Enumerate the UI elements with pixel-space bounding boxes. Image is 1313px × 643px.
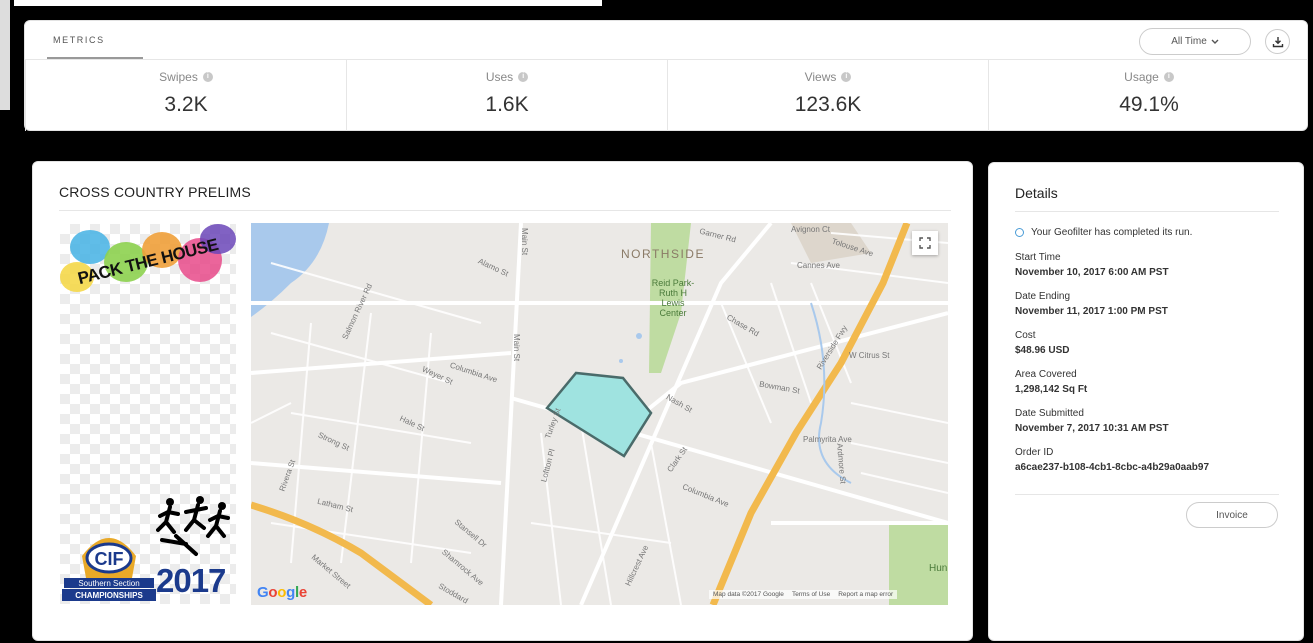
detail-label: Cost bbox=[1015, 330, 1036, 341]
details-panel: Details Your Geofilter has completed its… bbox=[988, 162, 1304, 641]
detail-date-submitted: Date Submitted November 7, 2017 10:31 AM… bbox=[1015, 408, 1285, 434]
map-canvas bbox=[251, 223, 948, 605]
map-label: Cannes Ave bbox=[797, 261, 840, 270]
status-text: Your Geofilter has completed its run. bbox=[1031, 227, 1193, 238]
stat-uses: Uses i 1.6K bbox=[346, 60, 667, 131]
stat-label: Uses bbox=[485, 70, 514, 84]
map-label: NORTHSIDE bbox=[621, 247, 705, 261]
detail-value: November 10, 2017 6:00 AM PST bbox=[1015, 267, 1169, 278]
runners-icon bbox=[156, 496, 230, 556]
google-logo: Google bbox=[257, 584, 307, 601]
cif-logo: CIF Southern Section CHAMPIONSHIPS bbox=[62, 538, 156, 601]
map-label: Avignon Ct bbox=[791, 225, 830, 234]
info-icon[interactable]: i bbox=[518, 72, 529, 82]
detail-label: Area Covered bbox=[1015, 369, 1077, 380]
download-button[interactable] bbox=[1265, 29, 1290, 54]
map-label: Main St bbox=[512, 333, 522, 362]
download-icon bbox=[1272, 36, 1283, 47]
detail-value: November 7, 2017 10:31 AM PST bbox=[1015, 423, 1169, 434]
detail-label: Date Ending bbox=[1015, 291, 1071, 302]
stat-usage: Usage i 49.1% bbox=[988, 60, 1309, 131]
app-stage: METRICS All Time Swipes i 3.2K Uses i 1.6K… bbox=[0, 0, 1313, 643]
info-icon[interactable]: i bbox=[202, 72, 213, 82]
detail-value: 1,298,142 Sq Ft bbox=[1015, 384, 1088, 395]
details-title: Details bbox=[1015, 185, 1058, 201]
detail-label: Date Submitted bbox=[1015, 408, 1084, 419]
map-label: Palmyrita Ave bbox=[803, 435, 852, 444]
stat-views: Views i 123.6K bbox=[667, 60, 988, 131]
detail-value: $48.96 USD bbox=[1015, 345, 1070, 356]
detail-order-id: Order ID a6cae237-b108-4cb1-8cbc-a4b29a0… bbox=[1015, 447, 1285, 473]
year-text: 2017 bbox=[156, 562, 226, 599]
map-label: Hun bbox=[929, 563, 948, 574]
stat-value: 49.1% bbox=[1119, 93, 1179, 116]
invoice-button[interactable]: Invoice bbox=[1186, 502, 1278, 528]
stat-value: 1.6K bbox=[485, 93, 529, 116]
fullscreen-icon bbox=[919, 237, 931, 249]
stat-value: 123.6K bbox=[794, 93, 862, 116]
stat-label: Views bbox=[804, 70, 837, 84]
detail-date-ending: Date Ending November 11, 2017 1:00 PM PS… bbox=[1015, 291, 1285, 317]
stat-swipes: Swipes i 3.2K bbox=[25, 60, 346, 131]
detail-label: Start Time bbox=[1015, 252, 1061, 263]
detail-start-time: Start Time November 10, 2017 6:00 AM PST bbox=[1015, 252, 1285, 278]
info-icon[interactable]: i bbox=[841, 72, 852, 82]
map-data-credit: Map data ©2017 Google bbox=[713, 591, 784, 598]
stat-value: 3.2K bbox=[164, 93, 208, 116]
geofilter-preview: PACK THE HOUSE CIF Southern Section CHAM… bbox=[60, 224, 236, 604]
detail-cost: Cost $48.96 USD bbox=[1015, 330, 1285, 356]
cif-logo-text: CIF bbox=[95, 549, 124, 569]
geofilter-panel: CROSS COUNTRY PRELIMS PACK THE HOUSE CIF… bbox=[32, 161, 973, 641]
map-label: W Citrus St bbox=[849, 351, 890, 360]
fullscreen-button[interactable] bbox=[912, 231, 938, 255]
detail-value: a6cae237-b108-4cb1-8cbc-a4b29a0aab97 bbox=[1015, 462, 1210, 473]
detail-label: Order ID bbox=[1015, 447, 1054, 458]
chevron-down-icon bbox=[1211, 39, 1219, 44]
title-divider bbox=[59, 210, 951, 211]
cif-logo-text: CHAMPIONSHIPS bbox=[75, 591, 143, 600]
stat-label: Swipes bbox=[159, 70, 198, 84]
report-map-error-link[interactable]: Report a map error bbox=[838, 591, 893, 598]
window-top-strip bbox=[14, 0, 602, 6]
stat-label: Usage bbox=[1124, 70, 1159, 84]
time-range-value: All Time bbox=[1171, 36, 1207, 47]
geofilter-title: CROSS COUNTRY PRELIMS bbox=[59, 184, 251, 200]
cif-logo-text: Southern Section bbox=[78, 579, 139, 588]
map-label: Reid Park-Ruth H Lewis Center bbox=[651, 278, 695, 318]
tab-metrics[interactable]: METRICS bbox=[47, 21, 143, 59]
metrics-panel: METRICS All Time Swipes i 3.2K Uses i 1.6K… bbox=[24, 20, 1308, 131]
time-range-select[interactable]: All Time bbox=[1139, 28, 1251, 55]
details-divider bbox=[1015, 494, 1279, 495]
info-icon[interactable]: i bbox=[1163, 72, 1174, 82]
detail-area-covered: Area Covered 1,298,142 Sq Ft bbox=[1015, 369, 1285, 395]
window-left-edge bbox=[0, 0, 10, 110]
detail-value: November 11, 2017 1:00 PM PST bbox=[1015, 306, 1168, 317]
details-divider bbox=[1015, 211, 1279, 212]
status-message: Your Geofilter has completed its run. bbox=[1015, 227, 1192, 238]
terms-of-use-link[interactable]: Terms of Use bbox=[792, 591, 830, 598]
map-label: Main St bbox=[520, 227, 530, 256]
status-circle-icon bbox=[1015, 228, 1024, 237]
map-attribution: Map data ©2017 Google Terms of Use Repor… bbox=[709, 590, 898, 599]
map-view[interactable]: NORTHSIDE Reid Park-Ruth H Lewis Center … bbox=[251, 223, 948, 605]
